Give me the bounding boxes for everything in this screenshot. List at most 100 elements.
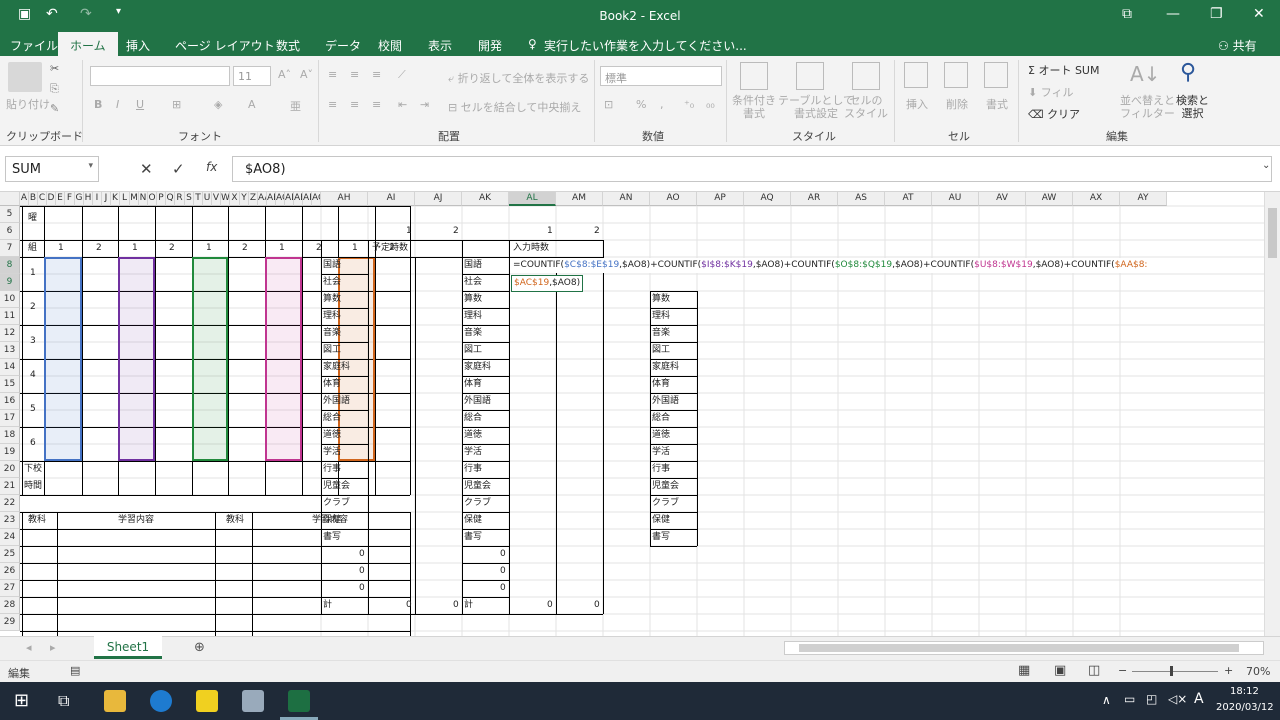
column-header-x[interactable]: X [230,192,240,206]
column-header-ad[interactable]: AD [285,192,294,206]
column-header-ay[interactable]: AY [1120,192,1167,206]
network-icon[interactable]: ◰ [1146,692,1157,706]
row-header-13[interactable]: 13 [0,342,20,359]
formula-editor-line1[interactable]: =COUNTIF($C$8:$E$19,$AO8)+COUNTIF($I$8:$… [511,258,1150,273]
total-label[interactable]: 計 [464,598,473,613]
subject-cell[interactable]: 学活 [323,445,341,460]
delete-cells-button[interactable]: 削除 [946,96,968,112]
select-all-corner[interactable] [0,192,20,206]
clock-time[interactable]: 18:12 [1230,686,1259,697]
font-name-combo[interactable] [90,66,230,86]
find-select-button[interactable]: 検索と 選択 [1176,94,1209,120]
column-header-ae[interactable]: AE [294,192,303,206]
clear-button[interactable]: ⌫ クリア [1028,106,1080,122]
content-header[interactable]: 学習内容 [118,513,154,528]
column-header-i[interactable]: I [93,192,102,206]
after-school-label[interactable]: 下校 [24,462,42,477]
align-center-icon[interactable]: ≡ [350,98,359,111]
subject-cell[interactable]: 外国語 [323,394,350,409]
zero-cell[interactable]: 0 [500,547,506,562]
class-number[interactable]: 2 [242,241,248,256]
row-header-25[interactable]: 25 [0,546,20,563]
column-header-y[interactable]: Y [240,192,249,206]
row-header-10[interactable]: 10 [0,291,20,308]
row-header-5[interactable]: 5 [0,206,20,223]
zero-cell[interactable]: 0 [500,564,506,579]
ime-icon[interactable]: A [1194,691,1204,707]
next-sheet-icon[interactable]: ▸ [50,641,56,654]
subject-cell[interactable]: 体育 [464,377,482,392]
column-header-ak[interactable]: AK [462,192,509,206]
italic-icon[interactable]: I [116,98,119,111]
total-value[interactable]: 0 [594,598,600,613]
zoom-slider-thumb[interactable] [1170,666,1173,676]
paint-icon[interactable] [242,690,264,712]
subject-cell[interactable]: 保健 [323,513,341,528]
paste-button[interactable]: 貼り付け [6,96,50,112]
zero-cell[interactable]: 0 [359,547,365,562]
subject-cell[interactable]: 総合 [464,411,482,426]
column-header-o[interactable]: O [148,192,157,206]
shrink-font-icon[interactable]: A˅ [300,68,313,81]
maximize-icon[interactable]: ❐ [1210,6,1223,22]
lookup-subject-cell[interactable]: 保健 [652,513,670,528]
row-header-23[interactable]: 23 [0,512,20,529]
orientation-icon[interactable]: ⟋ [398,68,406,82]
column-header-e[interactable]: E [56,192,65,206]
row-header-8[interactable]: 8 [0,257,20,274]
sort-filter-button[interactable]: 並べ替えと フィルター [1120,94,1175,120]
zoom-out-icon[interactable]: − [1118,664,1127,677]
column-header-n[interactable]: N [139,192,148,206]
column-header-k[interactable]: K [111,192,120,206]
row-header-22[interactable]: 22 [0,495,20,512]
column-header-j[interactable]: J [102,192,111,206]
ribbon-display-icon[interactable]: ⧉ [1122,6,1132,22]
windows-start-icon[interactable]: ⊞ [14,690,29,711]
battery-icon[interactable]: ▭ [1124,692,1135,706]
period-label[interactable]: 1 [30,266,36,281]
expand-formula-icon[interactable]: ⌄ [1262,160,1270,171]
row-header-17[interactable]: 17 [0,410,20,427]
font-size-combo[interactable]: 11 [233,66,271,86]
subject-cell[interactable]: 保健 [464,513,482,528]
subject-cell[interactable]: 総合 [323,411,341,426]
subject-cell[interactable]: 国語 [323,258,341,273]
decrease-decimal-icon[interactable]: ₀₀ [706,98,715,111]
format-painter-icon[interactable]: ✎ [50,102,59,115]
middle-align-icon[interactable]: ≡ [350,68,359,81]
column-header-f[interactable]: F [65,192,75,206]
tab-formulas[interactable]: 数式 [276,37,300,54]
class-number[interactable]: 2 [169,241,175,256]
tab-data[interactable]: データ [325,37,361,54]
zero-cell[interactable]: 0 [500,581,506,596]
period-label[interactable]: 2 [30,300,36,315]
row-header-24[interactable]: 24 [0,529,20,546]
column-header-g[interactable]: G [75,192,84,206]
subject-cell[interactable]: 家庭科 [323,360,350,375]
subject-cell[interactable]: 理科 [464,309,482,324]
row-header-6[interactable]: 6 [0,223,20,240]
merge-center-button[interactable]: ⊟ セルを結合して中央揃え [448,99,581,115]
tray-chevron-icon[interactable]: ∧ [1102,693,1111,707]
phonetic-icon[interactable]: 亜 [290,98,301,114]
conditional-format-button[interactable]: 条件付き 書式 [732,94,776,120]
column-header-af[interactable]: AF [303,192,312,206]
subject-cell[interactable]: 算数 [464,292,482,307]
subject-cell[interactable]: 体育 [323,377,341,392]
zero-cell[interactable]: 0 [359,564,365,579]
row-header-21[interactable]: 21 [0,478,20,495]
worksheet-grid[interactable]: ABCDEFGHIJKLMNOPQRSTUVWXYZAAABACADAEAFAG… [0,192,1280,636]
zoom-in-icon[interactable]: + [1224,664,1233,677]
lookup-subject-cell[interactable]: 道徳 [652,428,670,443]
insert-function-icon[interactable]: fx [206,160,217,174]
sheet-tab-sheet1[interactable]: Sheet1 [94,636,162,659]
file-explorer-icon[interactable] [104,690,126,712]
class-label[interactable]: 組 [28,241,37,256]
subject-cell[interactable]: 書写 [464,530,482,545]
input-hours-header[interactable]: 入力時数 [513,241,549,256]
subject-cell[interactable]: 音楽 [323,326,341,341]
row-header-26[interactable]: 26 [0,563,20,580]
edge-browser-icon[interactable] [150,690,172,712]
volume-icon[interactable]: ◁× [1168,692,1187,706]
period-label[interactable]: 5 [30,402,36,417]
